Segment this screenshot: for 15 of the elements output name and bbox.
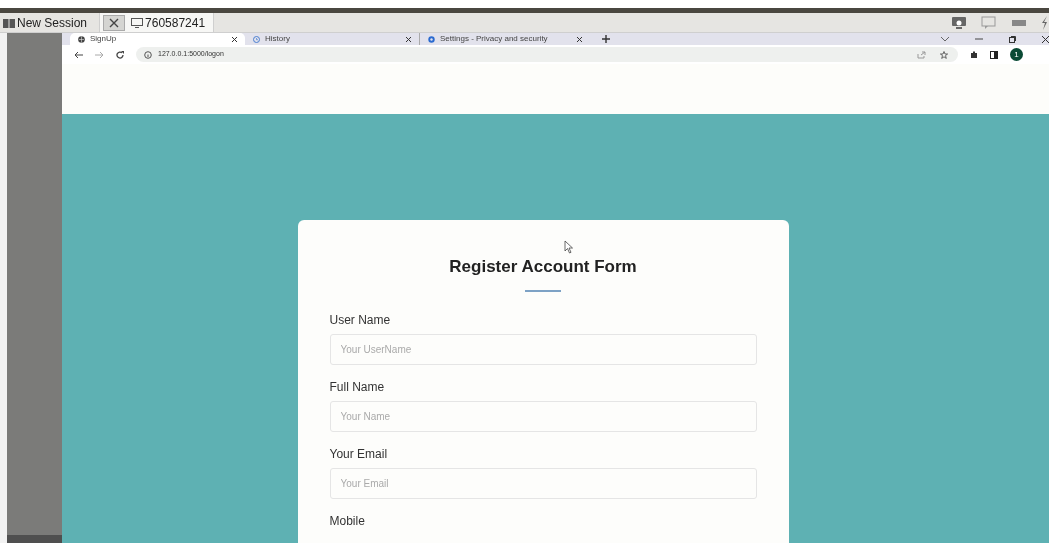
browser-tab[interactable]: Settings - Privacy and security: [420, 33, 590, 45]
session-tab[interactable]: New Session: [0, 13, 88, 32]
field-label: User Name: [329, 311, 392, 328]
tab-title: SignUp: [90, 35, 118, 43]
field-label: Your Email: [329, 445, 389, 462]
input-field[interactable]: Your Email: [329, 467, 757, 499]
browser-tab[interactable]: SignUp: [70, 33, 245, 45]
field-label: Full Name: [329, 378, 386, 395]
tab-title: History: [265, 35, 291, 43]
form-title: Register Account Form: [449, 256, 637, 278]
profile-avatar[interactable]: 1: [1010, 48, 1023, 61]
input-field[interactable]: Your Name: [329, 400, 757, 432]
input-field[interactable]: Your UserName: [329, 333, 757, 365]
field-label: Mobile: [329, 512, 366, 529]
tab-title: Settings - Privacy and security: [440, 35, 549, 43]
